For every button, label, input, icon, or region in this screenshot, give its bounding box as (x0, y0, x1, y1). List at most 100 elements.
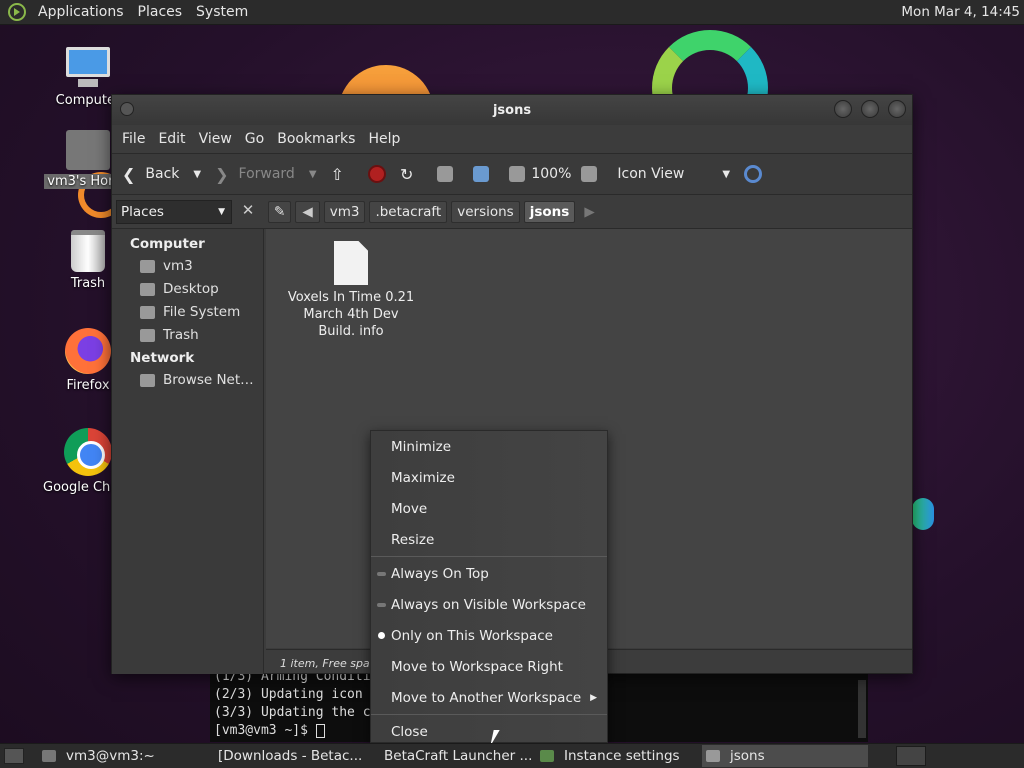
search-icon (744, 165, 763, 183)
breadcrumb-vm3[interactable]: vm3 (323, 200, 366, 223)
network-icon (140, 373, 155, 387)
reload-button[interactable]: ↻ (400, 165, 423, 184)
back-button[interactable]: ❮ Back ▼ (122, 165, 201, 184)
menu-separator (371, 556, 607, 557)
zoom-in-icon[interactable] (581, 166, 598, 182)
wallpaper-pill (912, 498, 934, 530)
menu-go[interactable]: Go (239, 131, 271, 147)
clock[interactable]: Mon Mar 4, 14:45 (901, 4, 1020, 20)
terminal-icon (42, 750, 56, 762)
computer-button[interactable] (473, 166, 495, 182)
top-panel: Applications Places System Mon Mar 4, 14… (0, 0, 1024, 25)
menu-item-move-another-workspace[interactable]: Move to Another Workspace ▶ (371, 682, 607, 713)
maximize-button[interactable] (861, 100, 879, 118)
breadcrumb-betacraft[interactable]: .betacraft (369, 200, 448, 223)
applications-menu[interactable]: Applications (31, 4, 131, 20)
task-terminal[interactable]: vm3@vm3:~ (38, 745, 204, 767)
zoom-control[interactable]: 100% (509, 166, 603, 182)
chrome-icon (64, 428, 112, 476)
window-titlebar[interactable]: jsons (112, 95, 912, 125)
menu-file[interactable]: File (116, 131, 152, 147)
sidebar-item-trash[interactable]: Trash (112, 324, 263, 347)
sidebar-item-filesystem[interactable]: File System (112, 301, 263, 324)
zoom-level: 100% (531, 166, 572, 182)
menu-view[interactable]: View (193, 131, 239, 147)
task-betacraft-launcher[interactable]: BetaCraft Launcher ... (370, 745, 536, 767)
firefox-icon (65, 328, 111, 374)
back-history-dropdown-icon[interactable]: ▼ (193, 169, 201, 180)
minimize-button[interactable] (834, 100, 852, 118)
forward-arrow-icon: ❯ (215, 164, 229, 184)
places-menu[interactable]: Places (131, 4, 190, 20)
sidebar-header-computer: Computer (130, 236, 205, 252)
toggle-location-edit-button[interactable]: ✎ (268, 200, 292, 223)
trash-icon (71, 230, 105, 272)
breadcrumb-left-icon[interactable]: ◀ (295, 200, 320, 223)
bottom-panel: vm3@vm3:~ [Downloads - Betac... BetaCraf… (0, 743, 1024, 768)
menu-item-move[interactable]: Move (371, 493, 607, 524)
breadcrumb-versions[interactable]: versions (451, 200, 520, 223)
menu-help[interactable]: Help (362, 131, 407, 147)
drive-icon (140, 305, 155, 319)
chevron-down-icon: ▼ (218, 206, 225, 217)
window-title: jsons (492, 102, 532, 118)
menu-item-always-visible-workspace[interactable]: Always on Visible Workspace (371, 589, 607, 620)
home-folder-icon (140, 259, 155, 273)
file-name: Voxels In Time 0.21 March 4th Dev Build.… (287, 290, 415, 339)
menu-item-move-workspace-right[interactable]: Move to Workspace Right (371, 651, 607, 682)
window-menu-button[interactable] (120, 102, 134, 116)
submenu-arrow-icon: ▶ (590, 692, 597, 703)
file-item[interactable]: Voxels In Time 0.21 March 4th Dev Build.… (286, 241, 416, 340)
places-sidebar: Computer vm3 Desktop File System Trash N… (112, 229, 264, 674)
menu-item-only-this-workspace[interactable]: Only on This Workspace (371, 620, 607, 651)
home-folder-icon (66, 130, 110, 170)
menu-separator (371, 714, 607, 715)
desktop-folder-icon (140, 282, 155, 296)
menu-bookmarks[interactable]: Bookmarks (271, 131, 362, 147)
task-chrome-downloads[interactable]: [Downloads - Betac... (204, 745, 370, 767)
computer-icon (473, 166, 490, 182)
breadcrumb-jsons[interactable]: jsons (523, 200, 576, 223)
menu-item-resize[interactable]: Resize (371, 524, 607, 555)
view-mode-select[interactable]: Icon View ▼ (617, 166, 730, 182)
up-button[interactable]: ⇧ (331, 165, 354, 184)
breadcrumb-right-icon[interactable]: ▶ (579, 201, 599, 223)
unchecked-icon (377, 571, 386, 576)
search-button[interactable] (744, 165, 763, 183)
terminal-scrollbar[interactable] (858, 680, 866, 738)
home-button[interactable] (437, 166, 459, 182)
computer-icon (64, 47, 112, 89)
back-arrow-icon: ❮ (122, 164, 136, 184)
sidebar-item-desktop[interactable]: Desktop (112, 278, 263, 301)
breadcrumb: ✎ ◀ vm3 .betacraft versions jsons ▶ (268, 200, 600, 223)
menu-item-maximize[interactable]: Maximize (371, 462, 607, 493)
forward-history-dropdown-icon[interactable]: ▼ (309, 169, 317, 180)
window-context-menu: Minimize Maximize Move Resize Always On … (370, 430, 608, 743)
zoom-out-icon[interactable] (509, 166, 526, 182)
close-sidebar-button[interactable]: ✕ (238, 201, 258, 223)
distro-logo-icon[interactable] (8, 3, 26, 21)
menu-edit[interactable]: Edit (152, 131, 192, 147)
workspace-switcher[interactable] (896, 746, 926, 766)
radio-selected-icon (378, 632, 385, 639)
unchecked-icon (377, 602, 386, 607)
menu-item-minimize[interactable]: Minimize (371, 431, 607, 462)
reload-icon: ↻ (399, 164, 414, 184)
betacraft-icon (540, 750, 554, 762)
forward-button[interactable]: ❯ Forward ▼ (215, 165, 316, 184)
sidebar-item-browse-network[interactable]: Browse Net… (112, 369, 263, 392)
location-bar: Places ▼ ✕ ✎ ◀ vm3 .betacraft versions j… (112, 195, 912, 229)
stop-button[interactable] (367, 165, 386, 183)
task-instance-settings[interactable]: Instance settings (536, 745, 702, 767)
toolbar: ❮ Back ▼ ❯ Forward ▼ ⇧ ↻ 100% Icon View … (112, 153, 912, 195)
menu-item-always-on-top[interactable]: Always On Top (371, 558, 607, 589)
sidebar-item-vm3[interactable]: vm3 (112, 255, 263, 278)
chevron-down-icon: ▼ (722, 168, 731, 180)
show-desktop-button[interactable] (4, 748, 24, 764)
close-button[interactable] (888, 100, 906, 118)
system-menu[interactable]: System (189, 4, 255, 20)
document-icon (334, 241, 368, 285)
menubar: File Edit View Go Bookmarks Help (112, 125, 912, 153)
sidebar-type-select[interactable]: Places ▼ (116, 199, 232, 224)
task-jsons[interactable]: jsons (702, 745, 868, 767)
